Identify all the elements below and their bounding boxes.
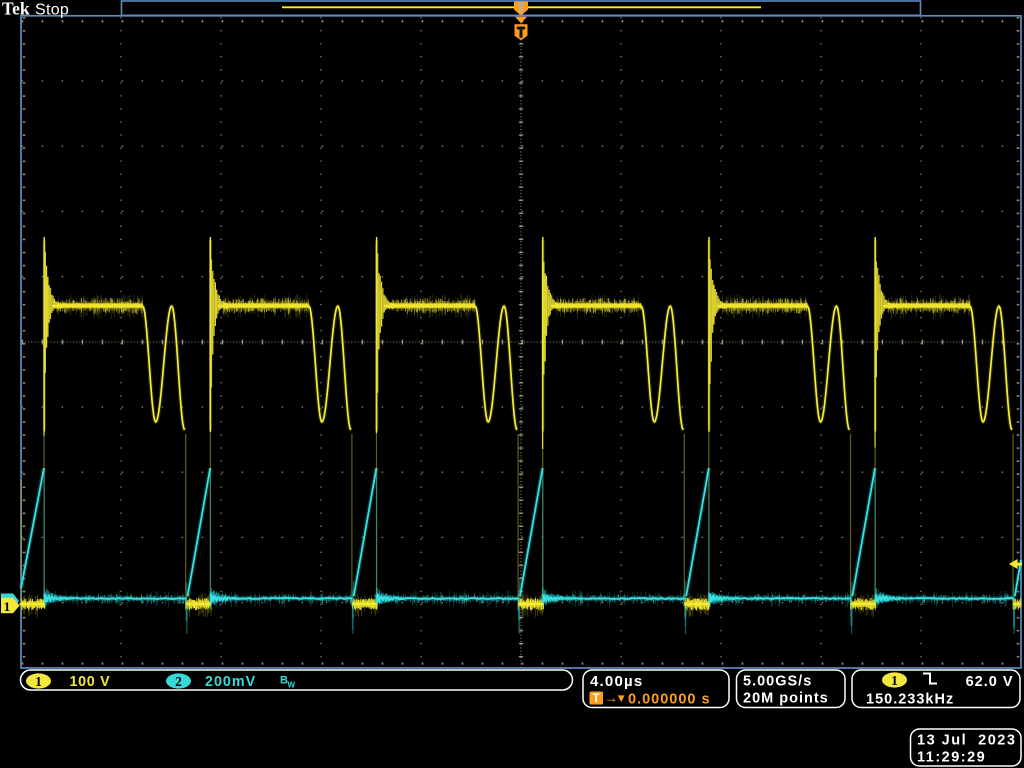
- svg-text:150.233kHz: 150.233kHz: [866, 692, 954, 708]
- svg-text:4.00µs: 4.00µs: [590, 673, 643, 690]
- svg-text:5.00GS/s: 5.00GS/s: [743, 674, 812, 690]
- svg-text:0.000000 s: 0.000000 s: [628, 692, 711, 708]
- svg-text:100 V: 100 V: [70, 674, 111, 690]
- svg-text:W: W: [288, 681, 296, 690]
- svg-text:Stop: Stop: [35, 1, 69, 18]
- svg-text:11:29:29: 11:29:29: [917, 750, 986, 766]
- svg-text:T: T: [593, 693, 600, 705]
- svg-text:13 Jul 2023: 13 Jul 2023: [917, 733, 1016, 749]
- svg-text:62.0 V: 62.0 V: [966, 674, 1014, 690]
- svg-text:1: 1: [4, 599, 11, 614]
- svg-text:1: 1: [891, 673, 898, 688]
- svg-text:▼: ▼: [616, 693, 627, 705]
- svg-text:Tek: Tek: [2, 0, 30, 19]
- svg-text:1: 1: [35, 674, 42, 689]
- svg-text:20M points: 20M points: [743, 691, 829, 707]
- svg-text:2: 2: [175, 674, 182, 689]
- svg-text:200mV: 200mV: [205, 674, 256, 690]
